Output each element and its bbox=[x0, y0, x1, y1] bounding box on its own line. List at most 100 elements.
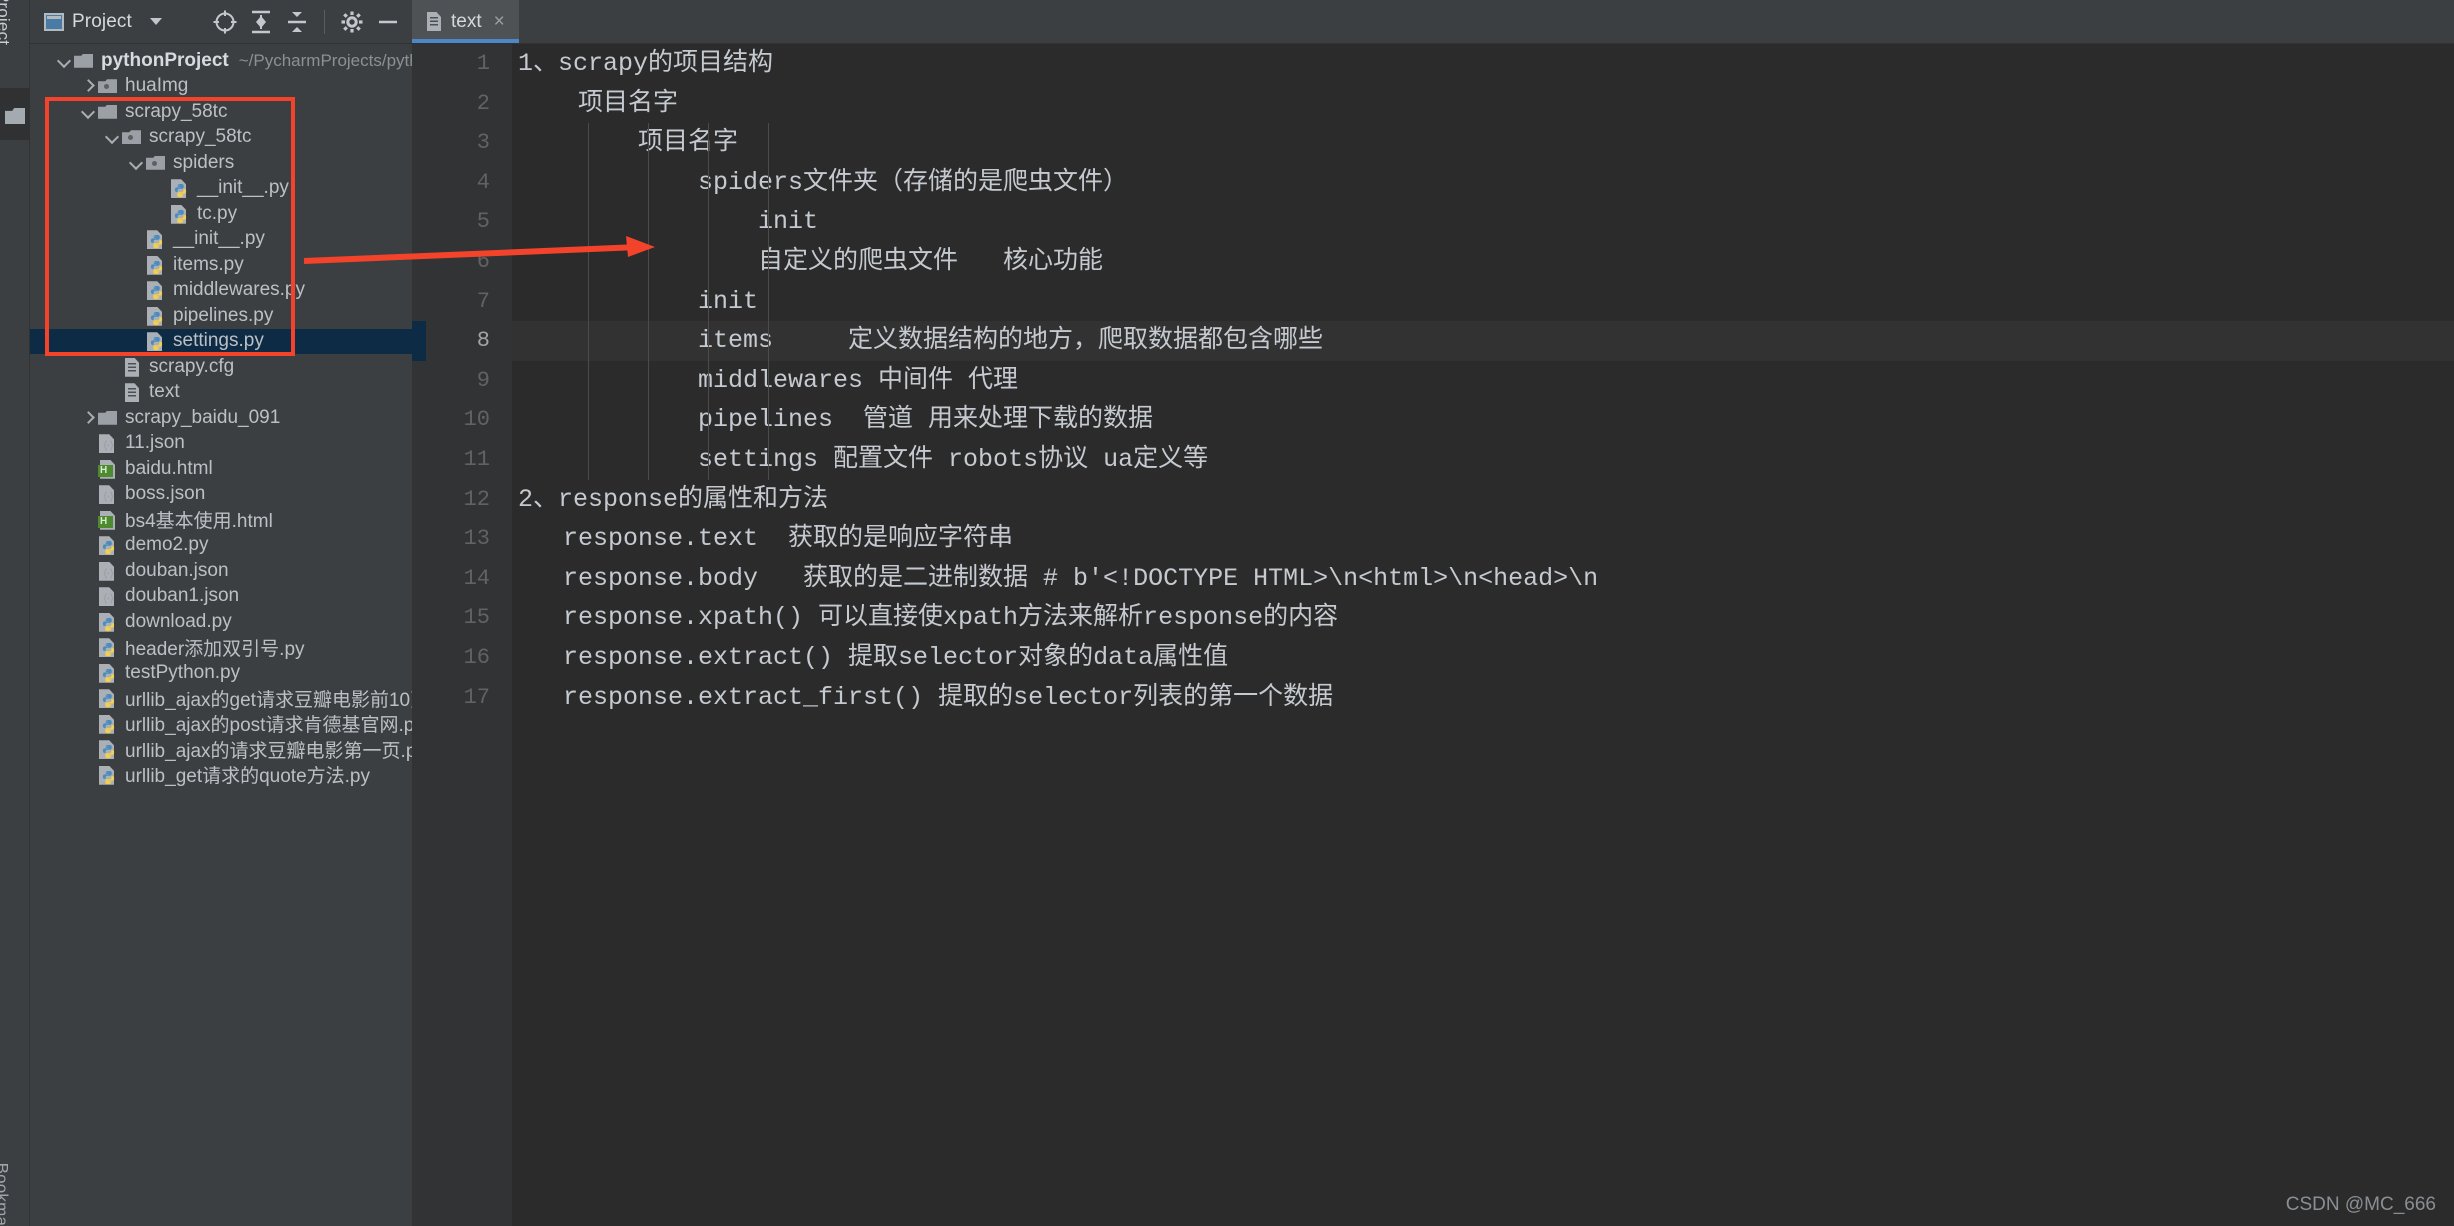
chevron-down-icon[interactable] bbox=[150, 18, 162, 25]
tree-row-label: pipelines.py bbox=[173, 305, 273, 327]
tree-row[interactable]: settings.py bbox=[30, 329, 412, 355]
tree-row-label: scrapy_58tc bbox=[149, 126, 251, 148]
folder2-file-icon bbox=[98, 77, 118, 95]
chevron-right-icon[interactable] bbox=[80, 78, 96, 94]
tree-row-label: douban1.json bbox=[125, 585, 239, 607]
code-line[interactable]: response.extract_first() 提取的selector列表的第… bbox=[512, 678, 2454, 718]
code-line[interactable]: init bbox=[512, 202, 2454, 242]
tree-row[interactable]: boss.json bbox=[30, 482, 412, 508]
tree-row[interactable]: spiders bbox=[30, 150, 412, 176]
tree-row[interactable]: urllib_ajax的请求豆瓣电影第一页.py bbox=[30, 737, 412, 763]
tree-row[interactable]: urllib_ajax的post请求肯德基官网.py bbox=[30, 711, 412, 737]
indent-guide bbox=[768, 123, 769, 479]
code-line[interactable]: spiders文件夹（存储的是爬虫文件） bbox=[512, 163, 2454, 203]
chevron-right-icon[interactable] bbox=[80, 410, 96, 426]
code-line[interactable]: response.body 获取的是二进制数据 # b'<!DOCTYPE HT… bbox=[512, 559, 2454, 599]
tree-row[interactable]: huaImg bbox=[30, 74, 412, 100]
tree-row[interactable]: tc.py bbox=[30, 201, 412, 227]
tree-row[interactable]: text bbox=[30, 380, 412, 406]
tree-row-label: huaImg bbox=[125, 75, 188, 97]
expand-all-icon[interactable] bbox=[247, 8, 275, 36]
tree-row[interactable]: demo2.py bbox=[30, 533, 412, 559]
project-file-tree[interactable]: pythonProject~/PycharmProjects/pythonPrh… bbox=[30, 44, 412, 1226]
tree-row[interactable]: __init__.py bbox=[30, 227, 412, 253]
editor-area: text × 1234567891011121314151617 1、scrap… bbox=[412, 0, 2454, 1226]
html-badge: H bbox=[98, 465, 113, 477]
line-number: 1 bbox=[412, 44, 512, 84]
line-number: 6 bbox=[412, 242, 512, 282]
tree-row[interactable]: items.py bbox=[30, 252, 412, 278]
gear-icon[interactable] bbox=[338, 8, 366, 36]
tree-row[interactable]: testPython.py bbox=[30, 660, 412, 686]
tree-row[interactable]: pipelines.py bbox=[30, 303, 412, 329]
chevron-down-icon[interactable] bbox=[80, 104, 96, 120]
py-file-icon bbox=[146, 256, 166, 274]
tree-row[interactable]: Hbaidu.html bbox=[30, 456, 412, 482]
chevron-down-icon[interactable] bbox=[104, 129, 120, 145]
code-line[interactable]: 项目名字 bbox=[512, 123, 2454, 163]
select-opened-file-icon[interactable] bbox=[211, 8, 239, 36]
line-number: 7 bbox=[412, 282, 512, 322]
tree-row[interactable]: scrapy_58tc bbox=[30, 125, 412, 151]
line-number: 5 bbox=[412, 202, 512, 242]
code-line[interactable]: pipelines 管道 用来处理下载的数据 bbox=[512, 400, 2454, 440]
py-file-icon bbox=[146, 281, 166, 299]
tree-row[interactable]: urllib_ajax的get请求豆瓣电影前10页.py bbox=[30, 686, 412, 712]
chevron-down-icon[interactable] bbox=[128, 155, 144, 171]
code-line[interactable]: middlewares 中间件 代理 bbox=[512, 361, 2454, 401]
line-number: 12 bbox=[412, 480, 512, 520]
code-line[interactable]: 1、scrapy的项目结构 bbox=[512, 44, 2454, 84]
code-line[interactable]: 项目名字 bbox=[512, 84, 2454, 124]
tree-row[interactable]: Hbs4基本使用.html bbox=[30, 507, 412, 533]
tree-spacer bbox=[152, 180, 168, 196]
tree-row-label: __init__.py bbox=[197, 177, 289, 199]
tree-row[interactable]: 11.json bbox=[30, 431, 412, 457]
py-file-icon bbox=[170, 179, 190, 197]
tree-row[interactable]: scrapy_58tc bbox=[30, 99, 412, 125]
code-line[interactable]: init bbox=[512, 282, 2454, 322]
code-content[interactable]: 1、scrapy的项目结构 项目名字 项目名字 spiders文件夹（存储的是爬… bbox=[512, 44, 2454, 1226]
tree-row-label: __init__.py bbox=[173, 228, 265, 250]
html-badge: H bbox=[98, 516, 113, 528]
folder-file-icon bbox=[74, 52, 94, 70]
code-line[interactable]: response.xpath() 可以直接使xpath方法来解析response… bbox=[512, 598, 2454, 638]
tree-row[interactable]: __init__.py bbox=[30, 176, 412, 202]
line-number: 8 bbox=[412, 321, 512, 361]
code-line[interactable]: 自定义的爬虫文件 核心功能 bbox=[512, 242, 2454, 282]
tree-row-label: urllib_ajax的post请求肯德基官网.py bbox=[125, 710, 412, 737]
json-file-icon bbox=[98, 434, 118, 452]
json-file-icon bbox=[98, 587, 118, 605]
tree-row[interactable]: pythonProject~/PycharmProjects/pythonPr bbox=[30, 48, 412, 74]
tree-row[interactable]: douban.json bbox=[30, 558, 412, 584]
tree-row[interactable]: scrapy_baidu_091 bbox=[30, 405, 412, 431]
tree-row-label: baidu.html bbox=[125, 458, 213, 480]
code-line[interactable]: response.text 获取的是响应字符串 bbox=[512, 519, 2454, 559]
line-number: 13 bbox=[412, 519, 512, 559]
project-panel: Project bbox=[30, 0, 412, 1226]
line-number: 2 bbox=[412, 84, 512, 124]
tree-row[interactable]: download.py bbox=[30, 609, 412, 635]
tree-row[interactable]: douban1.json bbox=[30, 584, 412, 610]
vertical-tab-project[interactable]: Project bbox=[0, 0, 13, 45]
minus-icon[interactable] bbox=[374, 8, 402, 36]
code-line[interactable]: response.extract() 提取selector对象的data属性值 bbox=[512, 638, 2454, 678]
tab-text[interactable]: text × bbox=[412, 0, 519, 43]
line-number-gutter: 1234567891011121314151617 bbox=[412, 44, 512, 1226]
line-number: 16 bbox=[412, 638, 512, 678]
vertical-tab-bookmarks[interactable]: Bookmarks bbox=[0, 1163, 11, 1226]
tree-row[interactable]: scrapy.cfg bbox=[30, 354, 412, 380]
code-line[interactable]: settings 配置文件 robots协议 ua定义等 bbox=[512, 440, 2454, 480]
py-file-icon bbox=[98, 536, 118, 554]
py-file-icon bbox=[146, 332, 166, 350]
tree-row-label: scrapy_baidu_091 bbox=[125, 407, 280, 429]
close-icon[interactable]: × bbox=[494, 11, 505, 33]
tree-row[interactable]: header添加双引号.py bbox=[30, 635, 412, 661]
tree-row[interactable]: middlewares.py bbox=[30, 278, 412, 304]
chevron-down-icon[interactable] bbox=[56, 53, 72, 69]
code-line[interactable]: 2、response的属性和方法 bbox=[512, 480, 2454, 520]
code-line[interactable]: items 定义数据结构的地方，爬取数据都包含哪些 bbox=[512, 321, 2454, 361]
collapse-all-icon[interactable] bbox=[283, 8, 311, 36]
line-number: 15 bbox=[412, 598, 512, 638]
py-file-icon bbox=[146, 230, 166, 248]
tree-row[interactable]: urllib_get请求的quote方法.py bbox=[30, 762, 412, 788]
